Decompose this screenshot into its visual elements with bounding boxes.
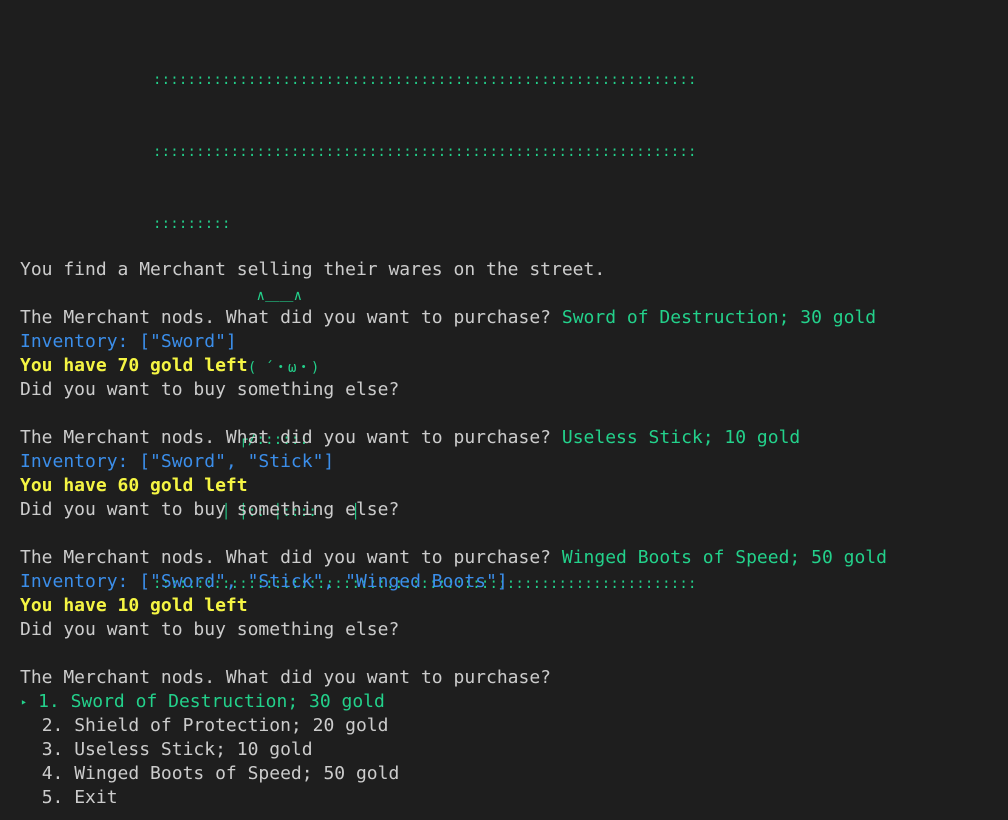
intro-text: You find a Merchant selling their wares …	[20, 259, 606, 280]
inventory-line: Inventory: ["Sword"]	[20, 331, 237, 352]
purchase-choice: Winged Boots of Speed; 50 gold	[561, 547, 887, 568]
purchase-prompt-line: The Merchant nods. What did you want to …	[20, 306, 876, 330]
purchase-choice: Useless Stick; 10 gold	[561, 427, 801, 448]
ascii-art-row: ∧＿＿∧	[153, 288, 303, 304]
gold-remaining: You have 60 gold left	[20, 475, 248, 496]
menu-option-boots[interactable]: 4. Winged Boots of Speed; 50 gold	[20, 762, 400, 786]
buy-again-question: Did you want to buy something else?	[20, 499, 400, 520]
purchase-prompt: The Merchant nods. What did you want to …	[20, 667, 552, 688]
gold-remaining: You have 70 gold left	[20, 355, 248, 376]
menu-option-label: 1. Sword of Destruction; 30 gold	[38, 691, 385, 712]
menu-option-label: 4. Winged Boots of Speed; 50 gold	[41, 763, 400, 784]
menu-option-label: 2. Shield of Protection; 20 gold	[41, 715, 389, 736]
menu-option-stick[interactable]: 3. Useless Stick; 10 gold	[20, 738, 313, 762]
buy-again-question: Did you want to buy something else?	[20, 619, 400, 640]
menu-option-label: 3. Useless Stick; 10 gold	[41, 739, 313, 760]
ascii-art-row: ::::::::::::::::::::::::::::::::::::::::…	[153, 144, 697, 160]
purchase-choice: Sword of Destruction; 30 gold	[561, 307, 877, 328]
ascii-art-row: :::::::::	[153, 216, 231, 232]
ascii-art-row: ::::::::::::::::::::::::::::::::::::::::…	[153, 72, 697, 88]
inventory-line: Inventory: ["Sword", "Stick", "Winged Bo…	[20, 571, 508, 592]
menu-option-label: 5. Exit	[41, 787, 118, 808]
purchase-prompt-line: The Merchant nods. What did you want to …	[20, 546, 887, 570]
gold-remaining: You have 10 gold left	[20, 595, 248, 616]
menu-option-exit[interactable]: 5. Exit	[20, 786, 118, 810]
buy-again-question: Did you want to buy something else?	[20, 379, 400, 400]
purchase-prompt-line: The Merchant nods. What did you want to …	[20, 426, 800, 450]
menu-option-shield[interactable]: 2. Shield of Protection; 20 gold	[20, 714, 389, 738]
selection-pointer-icon: ‣	[20, 696, 28, 710]
purchase-prompt: The Merchant nods. What did you want to …	[20, 547, 552, 568]
inventory-line: Inventory: ["Sword", "Stick"]	[20, 451, 335, 472]
purchase-prompt: The Merchant nods. What did you want to …	[20, 307, 552, 328]
menu-option-sword[interactable]: ‣ 1. Sword of Destruction; 30 gold	[20, 690, 385, 714]
purchase-prompt: The Merchant nods. What did you want to …	[20, 427, 552, 448]
